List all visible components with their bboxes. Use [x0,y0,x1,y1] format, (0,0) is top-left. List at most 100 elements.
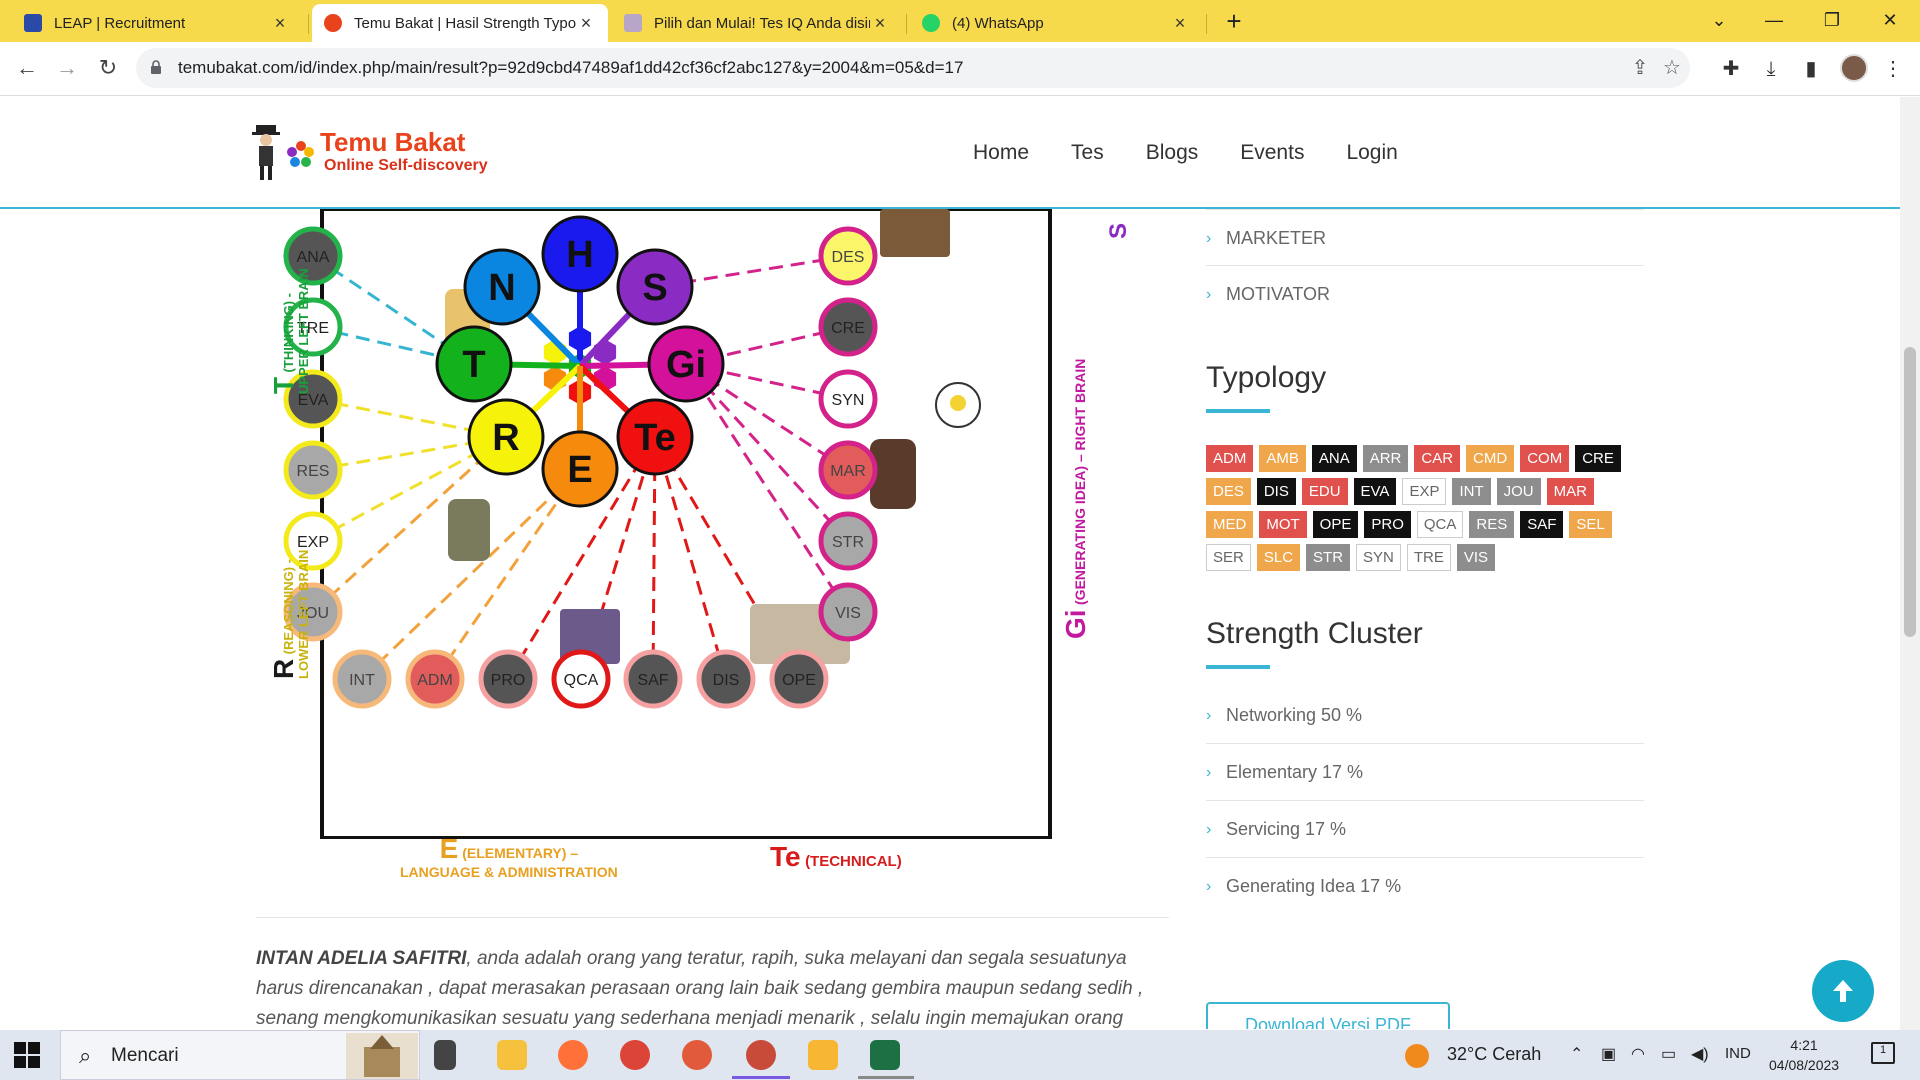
meet-now-icon[interactable]: ▣ [1601,1044,1616,1064]
more-menu-icon[interactable]: ⋮ [1880,56,1906,82]
weather-sun-icon[interactable] [1405,1044,1429,1068]
url-text[interactable]: temubakat.com/id/index.php/main/result?p… [178,58,963,78]
typology-tag-res[interactable]: RES [1469,511,1515,538]
page-scrollbar[interactable] [1900,97,1920,1030]
minimize-button[interactable]: — [1749,4,1799,36]
file-explorer-icon[interactable] [497,1040,527,1070]
notification-icon[interactable]: 1 [1871,1042,1895,1064]
cluster-networking[interactable]: › Networking 50 % [1206,687,1644,744]
chevron-up-icon[interactable]: ⌃ [1570,1044,1583,1064]
cluster-elementary[interactable]: › Elementary 17 % [1206,744,1644,801]
typology-tag-str[interactable]: STR [1306,544,1351,571]
typology-tag-dis[interactable]: DIS [1256,478,1296,505]
wifi-icon[interactable]: ◠ [1631,1044,1645,1064]
typology-tag-slc[interactable]: SLC [1256,544,1301,571]
typology-tag-ser[interactable]: SER [1206,544,1251,571]
cluster-servicing[interactable]: › Servicing 17 % [1206,801,1644,858]
typology-tag-saf[interactable]: SAF [1520,511,1564,538]
battery-icon[interactable]: ▭ [1661,1044,1676,1064]
forward-button[interactable]: → [53,54,81,82]
tab-temu-bakat[interactable]: Temu Bakat | Hasil Strength Typology × [312,4,608,42]
reload-button[interactable]: ↻ [94,54,122,82]
share-icon[interactable]: ⇪ [1628,56,1652,80]
task-view-icon[interactable] [434,1040,456,1070]
typology-tag-mar[interactable]: MAR [1546,478,1594,505]
cluster-generating-idea[interactable]: › Generating Idea 17 % [1206,858,1644,915]
scrollbar-thumb[interactable] [1904,347,1916,637]
strength-node-label-ana: ANA [297,249,330,266]
scroll-to-top-button[interactable] [1812,960,1874,1022]
typology-tag-ana[interactable]: ANA [1311,445,1357,472]
weather-text[interactable]: 32°C Cerah [1447,1044,1541,1065]
typology-tag-tre[interactable]: TRE [1406,544,1451,571]
download-pdf-button[interactable]: Download Versi PDF [1206,1002,1450,1029]
tab-whatsapp[interactable]: (4) WhatsApp × [910,4,1202,42]
new-tab-button[interactable]: + [1220,8,1248,36]
typology-tag-adm[interactable]: ADM [1206,445,1254,472]
firefox-icon[interactable] [558,1040,588,1070]
app-indicator [858,1076,914,1079]
typology-tag-med[interactable]: MED [1206,511,1254,538]
address-bar[interactable]: temubakat.com/id/index.php/main/result?p… [136,48,1690,88]
typology-tag-cmd[interactable]: CMD [1466,445,1515,472]
strength-node-label-des: DES [832,249,865,266]
typology-tag-qca[interactable]: QCA [1416,511,1464,538]
typology-tag-edu[interactable]: EDU [1301,478,1348,505]
sidebar: › MARKETER › MOTIVATOR Typology ADM AMB AN… [1206,209,1644,1029]
nav-home[interactable]: Home [973,141,1029,165]
language-indicator[interactable]: IND [1725,1045,1751,1062]
chrome-profile-icon[interactable] [682,1040,712,1070]
tab-close-icon[interactable]: × [1170,13,1190,34]
typology-tag-des[interactable]: DES [1206,478,1251,505]
close-window-button[interactable]: ✕ [1865,4,1915,36]
tab-title: Temu Bakat | Hasil Strength Typology [354,14,576,32]
extensions-puzzle-icon[interactable]: ✚ [1718,56,1744,82]
typology-tag-eva[interactable]: EVA [1353,478,1397,505]
tab-close-icon[interactable]: × [576,13,596,34]
logo-title[interactable]: Temu Bakat [320,127,465,158]
strength-node-label-vis: VIS [835,605,861,622]
tab-close-icon[interactable]: × [270,13,290,34]
typology-tag-arr[interactable]: ARR [1362,445,1409,472]
notes-app-icon[interactable] [808,1040,838,1070]
typology-tag-syn[interactable]: SYN [1356,544,1401,571]
nav-blogs[interactable]: Blogs [1146,141,1199,165]
nav-events[interactable]: Events [1240,141,1304,165]
typology-tag-cre[interactable]: CRE [1575,445,1621,472]
typology-tag-exp[interactable]: EXP [1402,478,1447,505]
maximize-button[interactable]: ❐ [1807,4,1857,36]
tab-tes-iq[interactable]: Pilih dan Mulai! Tes IQ Anda disini × [612,4,902,42]
profile-avatar[interactable] [1840,54,1868,82]
download-icon[interactable]: ⤓ [1758,56,1784,82]
tab-close-icon[interactable]: × [870,13,890,34]
typology-tag-com[interactable]: COM [1520,445,1570,472]
typology-tag-vis[interactable]: VIS [1456,544,1496,571]
tab-search-chevron-icon[interactable]: ⌄ [1694,4,1744,36]
windows-start-icon[interactable] [14,1042,40,1068]
bookmark-star-icon[interactable]: ☆ [1660,56,1684,80]
typology-tag-jou[interactable]: JOU [1496,478,1541,505]
nav-login[interactable]: Login [1346,141,1397,165]
typology-tag-pro[interactable]: PRO [1364,511,1411,538]
content-divider [256,917,1169,918]
clock[interactable]: 4:21 04/08/2023 [1769,1035,1839,1075]
volume-icon[interactable]: ◀) [1691,1044,1709,1064]
typology-tag-ope[interactable]: OPE [1312,511,1359,538]
taskbar-search-box[interactable]: ⌕ Mencari [60,1030,420,1080]
excel-icon[interactable] [870,1040,900,1070]
typology-tag-int[interactable]: INT [1452,478,1491,505]
typology-tag-sel[interactable]: SEL [1569,511,1612,538]
side-panel-icon[interactable]: ▮ [1798,56,1824,82]
tab-leap-recruitment[interactable]: LEAP | Recruitment × [12,4,302,42]
chrome-icon[interactable] [620,1040,650,1070]
chrome-active-icon[interactable] [746,1040,776,1070]
back-button[interactable]: ← [13,54,41,82]
typology-tag-mot[interactable]: MOT [1259,511,1307,538]
nav-tes[interactable]: Tes [1071,141,1104,165]
strength-node-label-qca: QCA [564,672,599,689]
typology-tag-amb[interactable]: AMB [1259,445,1306,472]
chevron-right-icon: › [1206,878,1212,895]
role-link-marketer[interactable]: › MARKETER [1206,209,1644,266]
role-link-motivator[interactable]: › MOTIVATOR [1206,266,1644,323]
typology-tag-car[interactable]: CAR [1414,445,1461,472]
